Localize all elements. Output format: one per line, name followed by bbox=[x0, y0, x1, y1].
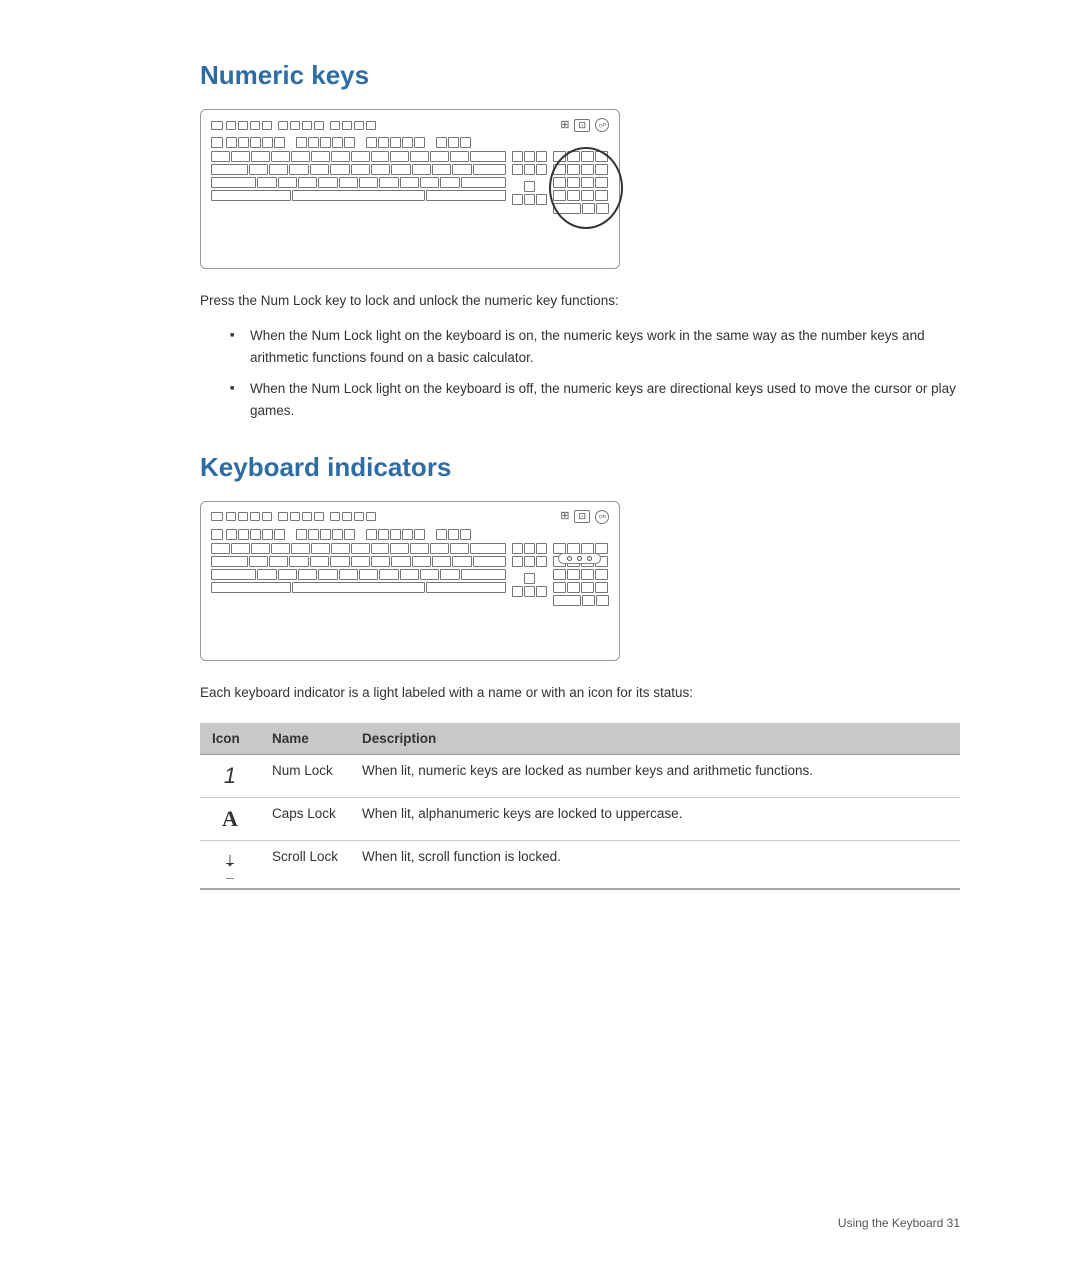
name-caps-lock: Caps Lock bbox=[260, 797, 350, 840]
page-footer: Using the Keyboard 31 bbox=[838, 1216, 960, 1230]
table-row: ↓_ Scroll Lock When lit, scroll function… bbox=[200, 840, 960, 889]
indicators-table: Icon Name Description 1 Num Lock When li… bbox=[200, 723, 960, 890]
name-num-lock: Num Lock bbox=[260, 754, 350, 797]
table-row: A Caps Lock When lit, alphanumeric keys … bbox=[200, 797, 960, 840]
bullet-2: When the Num Lock light on the keyboard … bbox=[230, 378, 960, 421]
table-header-desc: Description bbox=[350, 723, 960, 755]
keyboard-diagram-numeric: ⊞ ⊡ ○o bbox=[200, 109, 620, 269]
desc-caps-lock: When lit, alphanumeric keys are locked t… bbox=[350, 797, 960, 840]
desc-num-lock: When lit, numeric keys are locked as num… bbox=[350, 754, 960, 797]
table-header-icon: Icon bbox=[200, 723, 260, 755]
icon-caps-lock: A bbox=[200, 797, 260, 840]
section-title-indicators: Keyboard indicators bbox=[200, 452, 960, 483]
table-header-name: Name bbox=[260, 723, 350, 755]
table-row: 1 Num Lock When lit, numeric keys are lo… bbox=[200, 754, 960, 797]
keyboard-diagram-indicators: ⊞ ⊡ ○o bbox=[200, 501, 620, 661]
indicator-dots bbox=[558, 553, 601, 564]
indicators-intro: Each keyboard indicator is a light label… bbox=[200, 683, 960, 703]
icon-num-lock: 1 bbox=[200, 754, 260, 797]
icon-scroll-lock: ↓_ bbox=[200, 840, 260, 889]
numeric-intro: Press the Num Lock key to lock and unloc… bbox=[200, 291, 960, 311]
numeric-bullets: When the Num Lock light on the keyboard … bbox=[230, 325, 960, 421]
desc-scroll-lock: When lit, scroll function is locked. bbox=[350, 840, 960, 889]
bullet-1: When the Num Lock light on the keyboard … bbox=[230, 325, 960, 368]
section-title-numeric: Numeric keys bbox=[200, 60, 960, 91]
name-scroll-lock: Scroll Lock bbox=[260, 840, 350, 889]
